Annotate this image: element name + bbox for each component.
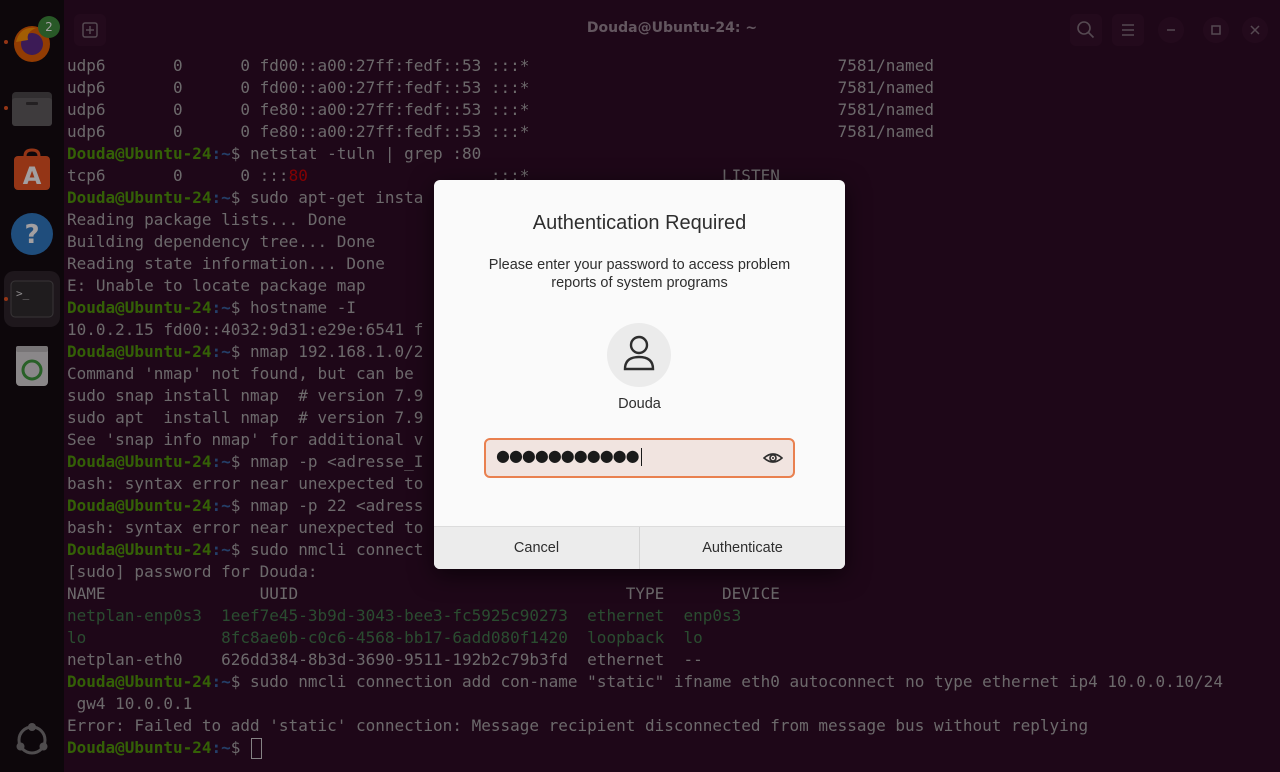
dialog-buttons: Cancel Authenticate	[434, 526, 845, 569]
password-field[interactable]: ●●●●●●●●●●●	[484, 438, 795, 478]
username-label: Douda	[618, 396, 661, 412]
user-icon	[623, 335, 655, 371]
authentication-dialog: Authentication Required Please enter you…	[434, 180, 845, 569]
show-password-icon[interactable]	[763, 449, 783, 467]
avatar	[607, 323, 671, 387]
cancel-button[interactable]: Cancel	[434, 527, 640, 569]
dialog-message: Please enter your password to access pro…	[488, 257, 791, 291]
dialog-title: Authentication Required	[532, 212, 747, 234]
password-value: ●●●●●●●●●●●	[496, 446, 643, 466]
authenticate-button[interactable]: Authenticate	[640, 527, 845, 569]
